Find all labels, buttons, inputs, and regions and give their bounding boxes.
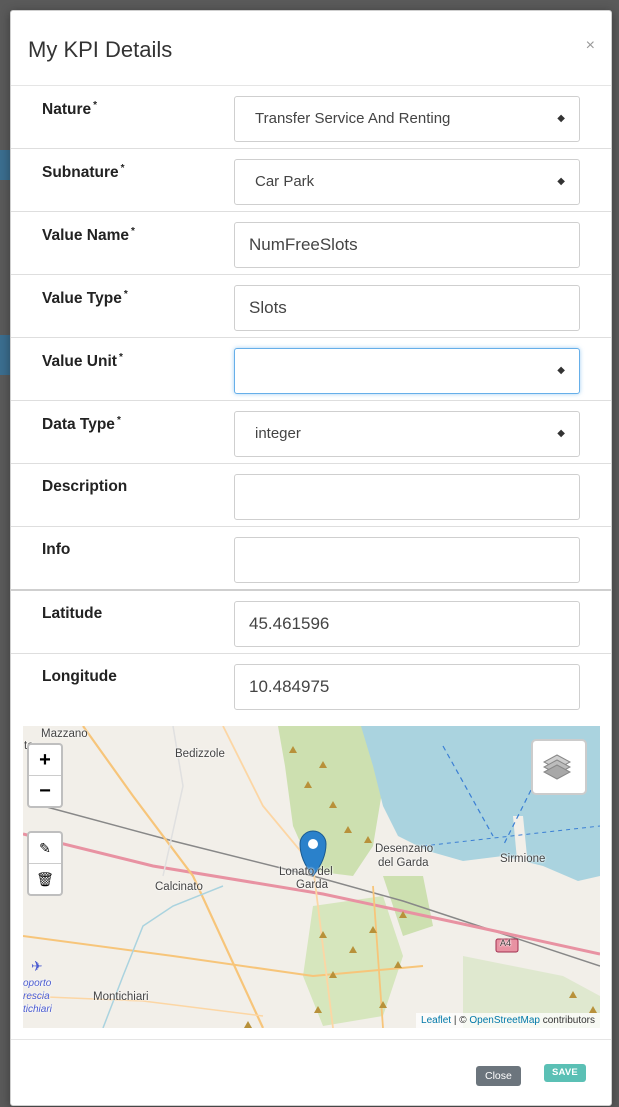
subnature-select[interactable]: Car Park ◆ (234, 159, 580, 205)
map-label-montichiari: Montichiari (93, 991, 149, 1003)
value-name-input[interactable] (234, 222, 580, 268)
form-row-value-name: Value Name * (11, 211, 611, 274)
map-label-mazzano: Mazzano (41, 728, 88, 740)
select-caret-icon: ◆ (557, 176, 565, 187)
longitude-input[interactable] (234, 664, 580, 710)
form-row-value-type: Value Type * (11, 274, 611, 337)
draw-control: ✎ 🗑 (27, 831, 63, 896)
nature-select[interactable]: Transfer Service And Renting ◆ (234, 96, 580, 142)
form-row-nature: Nature * Transfer Service And Renting ◆ (11, 86, 611, 148)
description-label: Description (42, 478, 128, 495)
required-marker: * (93, 100, 98, 111)
map-label-bedizzole: Bedizzole (175, 748, 225, 760)
close-icon[interactable]: × (586, 37, 595, 55)
form-row-subnature: Subnature * Car Park ◆ (11, 148, 611, 211)
description-input[interactable] (234, 474, 580, 520)
form-row-value-unit: Value Unit * ◆ (11, 337, 611, 400)
map-label-aeroporto-1: oporto (23, 978, 52, 989)
form-row-data-type: Data Type * integer ◆ (11, 400, 611, 463)
location-map[interactable]: ✈ to Mazzano Bedizzole Calcinato Lonato … (23, 726, 600, 1028)
subnature-label: Subnature * (42, 163, 125, 182)
form-row-latitude: Latitude (11, 589, 611, 653)
form-row-info: Info (11, 526, 611, 589)
svg-text:✈: ✈ (31, 959, 43, 975)
value-unit-label: Value Unit * (42, 352, 123, 371)
data-type-label: Data Type * (42, 415, 121, 434)
value-type-label: Value Type * (42, 289, 128, 308)
leaflet-link[interactable]: Leaflet (421, 1015, 451, 1026)
modal-title: My KPI Details (28, 37, 173, 62)
value-unit-select[interactable]: ◆ (234, 348, 580, 394)
trash-icon[interactable]: 🗑 (29, 863, 61, 894)
modal-header: My KPI Details × (11, 11, 611, 86)
longitude-label: Longitude (42, 668, 117, 685)
map-label-sirmione: Sirmione (500, 853, 546, 865)
select-caret-icon: ◆ (557, 365, 565, 376)
latitude-label: Latitude (42, 605, 103, 622)
required-marker: * (123, 289, 128, 300)
map-label-desenzano-2: del Garda (378, 857, 429, 869)
required-marker: * (120, 163, 125, 174)
kpi-details-modal: My KPI Details × Nature * Transfer Servic… (10, 10, 612, 1106)
map-attribution: Leaflet | © OpenStreetMap contributors (416, 1013, 600, 1028)
form-body: Nature * Transfer Service And Renting ◆ Su… (11, 86, 611, 716)
form-row-longitude: Longitude (11, 653, 611, 716)
form-row-description: Description (11, 463, 611, 526)
map-label-a4: A4 (500, 938, 512, 948)
zoom-control: + − (27, 743, 63, 808)
required-marker: * (131, 226, 135, 237)
openstreetmap-link[interactable]: OpenStreetMap (469, 1015, 540, 1026)
modal-footer: Close SAVE (11, 1039, 611, 1105)
data-type-select[interactable]: integer ◆ (234, 411, 580, 457)
layers-button[interactable] (531, 739, 587, 795)
map-label-desenzano-1: Desenzano (375, 843, 434, 855)
zoom-in-button[interactable]: + (29, 745, 61, 775)
required-marker: * (116, 415, 121, 426)
value-type-input[interactable] (234, 285, 580, 331)
map-label-calcinato: Calcinato (155, 881, 203, 893)
nature-label: Nature * (42, 100, 98, 119)
map-label-lonato-2: Garda (296, 879, 328, 891)
close-button[interactable]: Close (476, 1066, 521, 1086)
select-caret-icon: ◆ (557, 428, 565, 439)
save-button[interactable]: SAVE (544, 1064, 586, 1082)
info-label: Info (42, 541, 71, 558)
info-input[interactable] (234, 537, 580, 583)
select-caret-icon: ◆ (557, 113, 565, 124)
value-name-label: Value Name * (42, 226, 135, 245)
latitude-input[interactable] (234, 601, 580, 647)
required-marker: * (118, 352, 123, 363)
zoom-out-button[interactable]: − (29, 775, 61, 806)
layers-icon (542, 754, 572, 780)
map-label-aeroporto-2: rescia (23, 991, 50, 1002)
map-label-lonato-1: Lonato del (279, 866, 333, 878)
edit-icon[interactable]: ✎ (29, 833, 61, 863)
map-label-aeroporto-3: tichiari (23, 1004, 52, 1015)
